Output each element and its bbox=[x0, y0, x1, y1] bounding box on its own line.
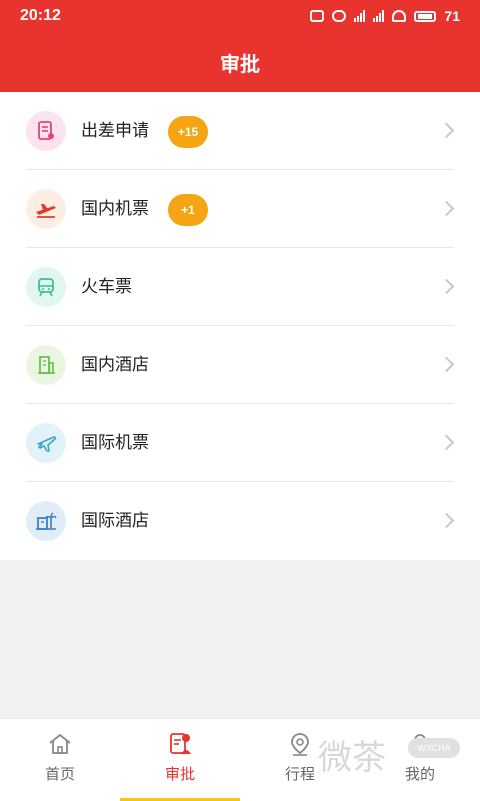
document-icon bbox=[26, 111, 66, 151]
wifi-icon bbox=[392, 10, 407, 22]
approval-list: 出差申请 +15 国内机票 +1 火车票 国内酒店 国际机票 国际酒店 bbox=[0, 92, 480, 560]
app-bar: 审批 bbox=[0, 32, 480, 92]
chevron-right-icon bbox=[438, 200, 455, 217]
signal-icon bbox=[373, 10, 385, 22]
chevron-right-icon bbox=[438, 512, 455, 529]
building-icon bbox=[26, 345, 66, 385]
page-title: 审批 bbox=[220, 53, 260, 76]
list-item-label: 国际酒店 bbox=[81, 511, 149, 530]
count-badge: +15 bbox=[168, 116, 208, 148]
list-item-train-ticket[interactable]: 火车票 bbox=[0, 248, 480, 326]
tab-approval[interactable]: 审批 bbox=[120, 719, 240, 801]
tab-label: 行程 bbox=[284, 766, 315, 783]
list-item-domestic-hotel[interactable]: 国内酒店 bbox=[0, 326, 480, 404]
airplane-icon bbox=[26, 423, 66, 463]
battery-level: 71 bbox=[444, 8, 460, 24]
list-item-international-flight[interactable]: 国际机票 bbox=[0, 404, 480, 482]
hotel-palm-icon bbox=[26, 501, 66, 541]
bottom-tab-bar: 首页 审批 行程 我的 bbox=[0, 718, 480, 801]
status-time: 20:12 bbox=[20, 7, 61, 24]
list-item-label: 国际机票 bbox=[81, 433, 149, 452]
battery-icon bbox=[414, 10, 437, 22]
list-item-domestic-flight[interactable]: 国内机票 +1 bbox=[0, 170, 480, 248]
list-item-label: 国内机票 bbox=[81, 199, 149, 218]
status-icons: 71 bbox=[310, 8, 460, 24]
watermark-sub: WXCHA bbox=[408, 738, 460, 758]
tab-label: 审批 bbox=[164, 766, 195, 783]
tab-label: 我的 bbox=[404, 766, 435, 783]
status-bar: 20:12 71 bbox=[0, 0, 480, 32]
list-item-label: 出差申请 bbox=[81, 121, 149, 140]
list-item-travel-request[interactable]: 出差申请 +15 bbox=[0, 92, 480, 170]
chevron-right-icon bbox=[438, 122, 455, 139]
tab-label: 首页 bbox=[44, 766, 75, 783]
chevron-right-icon bbox=[438, 434, 455, 451]
approval-icon bbox=[170, 733, 191, 754]
count-badge: +1 bbox=[168, 194, 208, 226]
tab-home[interactable]: 首页 bbox=[0, 719, 120, 801]
plane-takeoff-icon bbox=[26, 189, 66, 229]
train-icon bbox=[26, 267, 66, 307]
home-icon bbox=[49, 733, 71, 754]
alarm-icon bbox=[332, 10, 347, 22]
chevron-right-icon bbox=[438, 356, 455, 373]
tab-mine[interactable]: 我的 bbox=[360, 719, 480, 801]
list-item-label: 国内酒店 bbox=[81, 355, 149, 374]
location-pin-icon bbox=[291, 733, 309, 756]
list-item-label: 火车票 bbox=[81, 277, 132, 296]
list-item-international-hotel[interactable]: 国际酒店 bbox=[0, 482, 480, 560]
chevron-right-icon bbox=[438, 278, 455, 295]
signal-icon bbox=[354, 10, 366, 22]
tab-itinerary[interactable]: 行程 bbox=[240, 719, 360, 801]
vibrate-icon bbox=[310, 10, 325, 22]
